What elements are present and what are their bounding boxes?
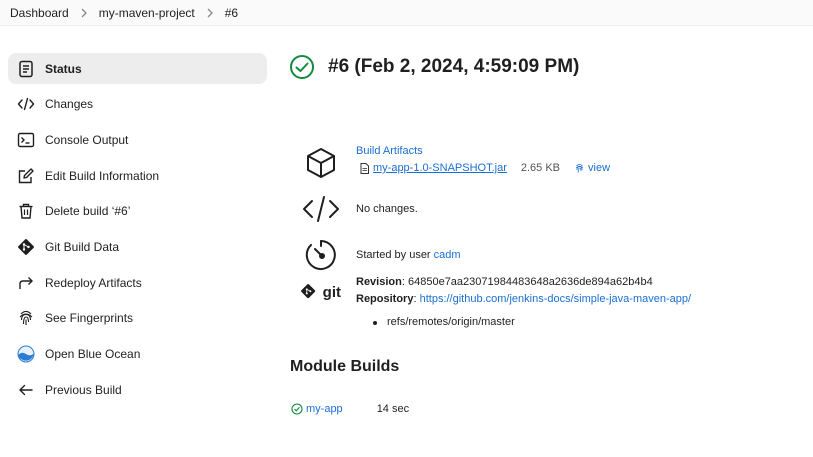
build-summary: Build Artifacts my-app-1.0-SNAPSHOT.jar … [301, 143, 801, 331]
chevron-right-icon [78, 7, 90, 19]
artifact-size: 2.65 KB [520, 162, 561, 174]
sidebar-item-label: Console Output [45, 132, 129, 147]
sidebar-item-previous-build[interactable]: Previous Build [8, 374, 267, 405]
sidebar-item-label: Git Build Data [45, 239, 120, 254]
timer-icon [301, 235, 341, 275]
revision-label: Revision [356, 276, 402, 288]
sidebar-item-label: Delete build ‘#6’ [45, 204, 131, 219]
sidebar-item-edit-build-information[interactable]: Edit Build Information [8, 160, 267, 191]
sidebar-item-console-output[interactable]: Console Output [8, 124, 267, 155]
module-duration: 14 sec [376, 403, 410, 415]
chevron-right-icon [204, 7, 216, 19]
git-logo-text: git [322, 283, 341, 301]
breadcrumb: Dashboard my-maven-project #6 [0, 0, 813, 26]
fingerprint-icon [16, 308, 36, 328]
sidebar-item-label: Redeploy Artifacts [45, 275, 142, 290]
sidebar-item-status[interactable]: Status [8, 53, 267, 84]
success-check-icon [291, 403, 303, 415]
sidebar: Status Changes Console Output Edit Build… [8, 53, 267, 410]
breadcrumb-project[interactable]: my-maven-project [99, 6, 195, 20]
repository-label: Repository [356, 293, 414, 305]
sidebar-item-label: Changes [45, 97, 94, 112]
build-title-row: #6 (Feb 2, 2024, 4:59:09 PM) [289, 52, 799, 82]
branch-name: refs/remotes/origin/master [387, 316, 515, 328]
code-icon [16, 94, 36, 114]
arrow-left-icon [16, 380, 36, 400]
artifacts-content: Build Artifacts my-app-1.0-SNAPSHOT.jar … [356, 143, 610, 177]
edit-icon [16, 166, 36, 186]
module-builds-heading: Module Builds [290, 358, 400, 375]
terminal-icon [16, 130, 36, 150]
build-artifacts-link[interactable]: Build Artifacts [356, 145, 423, 157]
started-by-row: Started by user cadm [301, 232, 801, 278]
no-changes-text: No changes. [356, 202, 418, 215]
breadcrumb-build[interactable]: #6 [225, 6, 238, 20]
sidebar-item-redeploy-artifacts[interactable]: Redeploy Artifacts [8, 267, 267, 298]
git-icon [16, 237, 36, 257]
user-link[interactable]: cadm [434, 249, 461, 261]
page-title: #6 (Feb 2, 2024, 4:59:09 PM) [328, 56, 580, 77]
started-by-text: Started by user cadm [356, 247, 461, 264]
sidebar-item-git-build-data[interactable]: Git Build Data [8, 231, 267, 262]
status-icon [16, 59, 36, 79]
fingerprint-icon [575, 164, 584, 173]
sidebar-item-label: Previous Build [45, 382, 122, 397]
revision-hash: 64850e7aa23071984483648a2636de894a62b4b4 [407, 276, 653, 288]
main-content: #6 (Feb 2, 2024, 4:59:09 PM) [289, 52, 799, 82]
branch-list-item: refs/remotes/origin/master [373, 314, 691, 331]
artifact-file-link[interactable]: my-app-1.0-SNAPSHOT.jar [373, 160, 507, 177]
started-by-prefix: Started by user [356, 248, 434, 261]
changes-row: No changes. [301, 186, 801, 232]
sidebar-item-open-blue-ocean[interactable]: Open Blue Ocean [8, 339, 267, 370]
redeploy-icon [16, 273, 36, 293]
sidebar-item-see-fingerprints[interactable]: See Fingerprints [8, 303, 267, 334]
sidebar-item-label: Edit Build Information [45, 168, 160, 183]
bullet-icon [373, 320, 377, 325]
git-row: git Revision: 64850e7aa23071984483648a26… [301, 274, 801, 331]
artifacts-row: Build Artifacts my-app-1.0-SNAPSHOT.jar … [301, 143, 801, 189]
sidebar-item-label: See Fingerprints [45, 311, 134, 326]
blue-ocean-icon [16, 344, 36, 364]
file-icon [360, 163, 369, 174]
sidebar-item-delete-build[interactable]: Delete build ‘#6’ [8, 196, 267, 227]
code-icon [301, 189, 341, 229]
module-build-row: my-app 14 sec [291, 403, 409, 415]
module-link[interactable]: my-app [306, 403, 343, 415]
artifact-view-link[interactable]: view [574, 160, 610, 177]
trash-icon [16, 201, 36, 221]
success-check-icon [290, 55, 314, 79]
git-logo-icon: git [301, 274, 341, 310]
view-link-label: view [588, 162, 611, 174]
sidebar-item-changes[interactable]: Changes [8, 89, 267, 120]
package-icon [301, 143, 341, 183]
repository-link[interactable]: https://github.com/jenkins-docs/simple-j… [420, 293, 691, 305]
git-details: Revision: 64850e7aa23071984483648a2636de… [356, 274, 691, 331]
sidebar-item-label: Status [45, 61, 82, 76]
breadcrumb-dashboard[interactable]: Dashboard [10, 6, 69, 20]
sidebar-item-label: Open Blue Ocean [45, 347, 141, 361]
